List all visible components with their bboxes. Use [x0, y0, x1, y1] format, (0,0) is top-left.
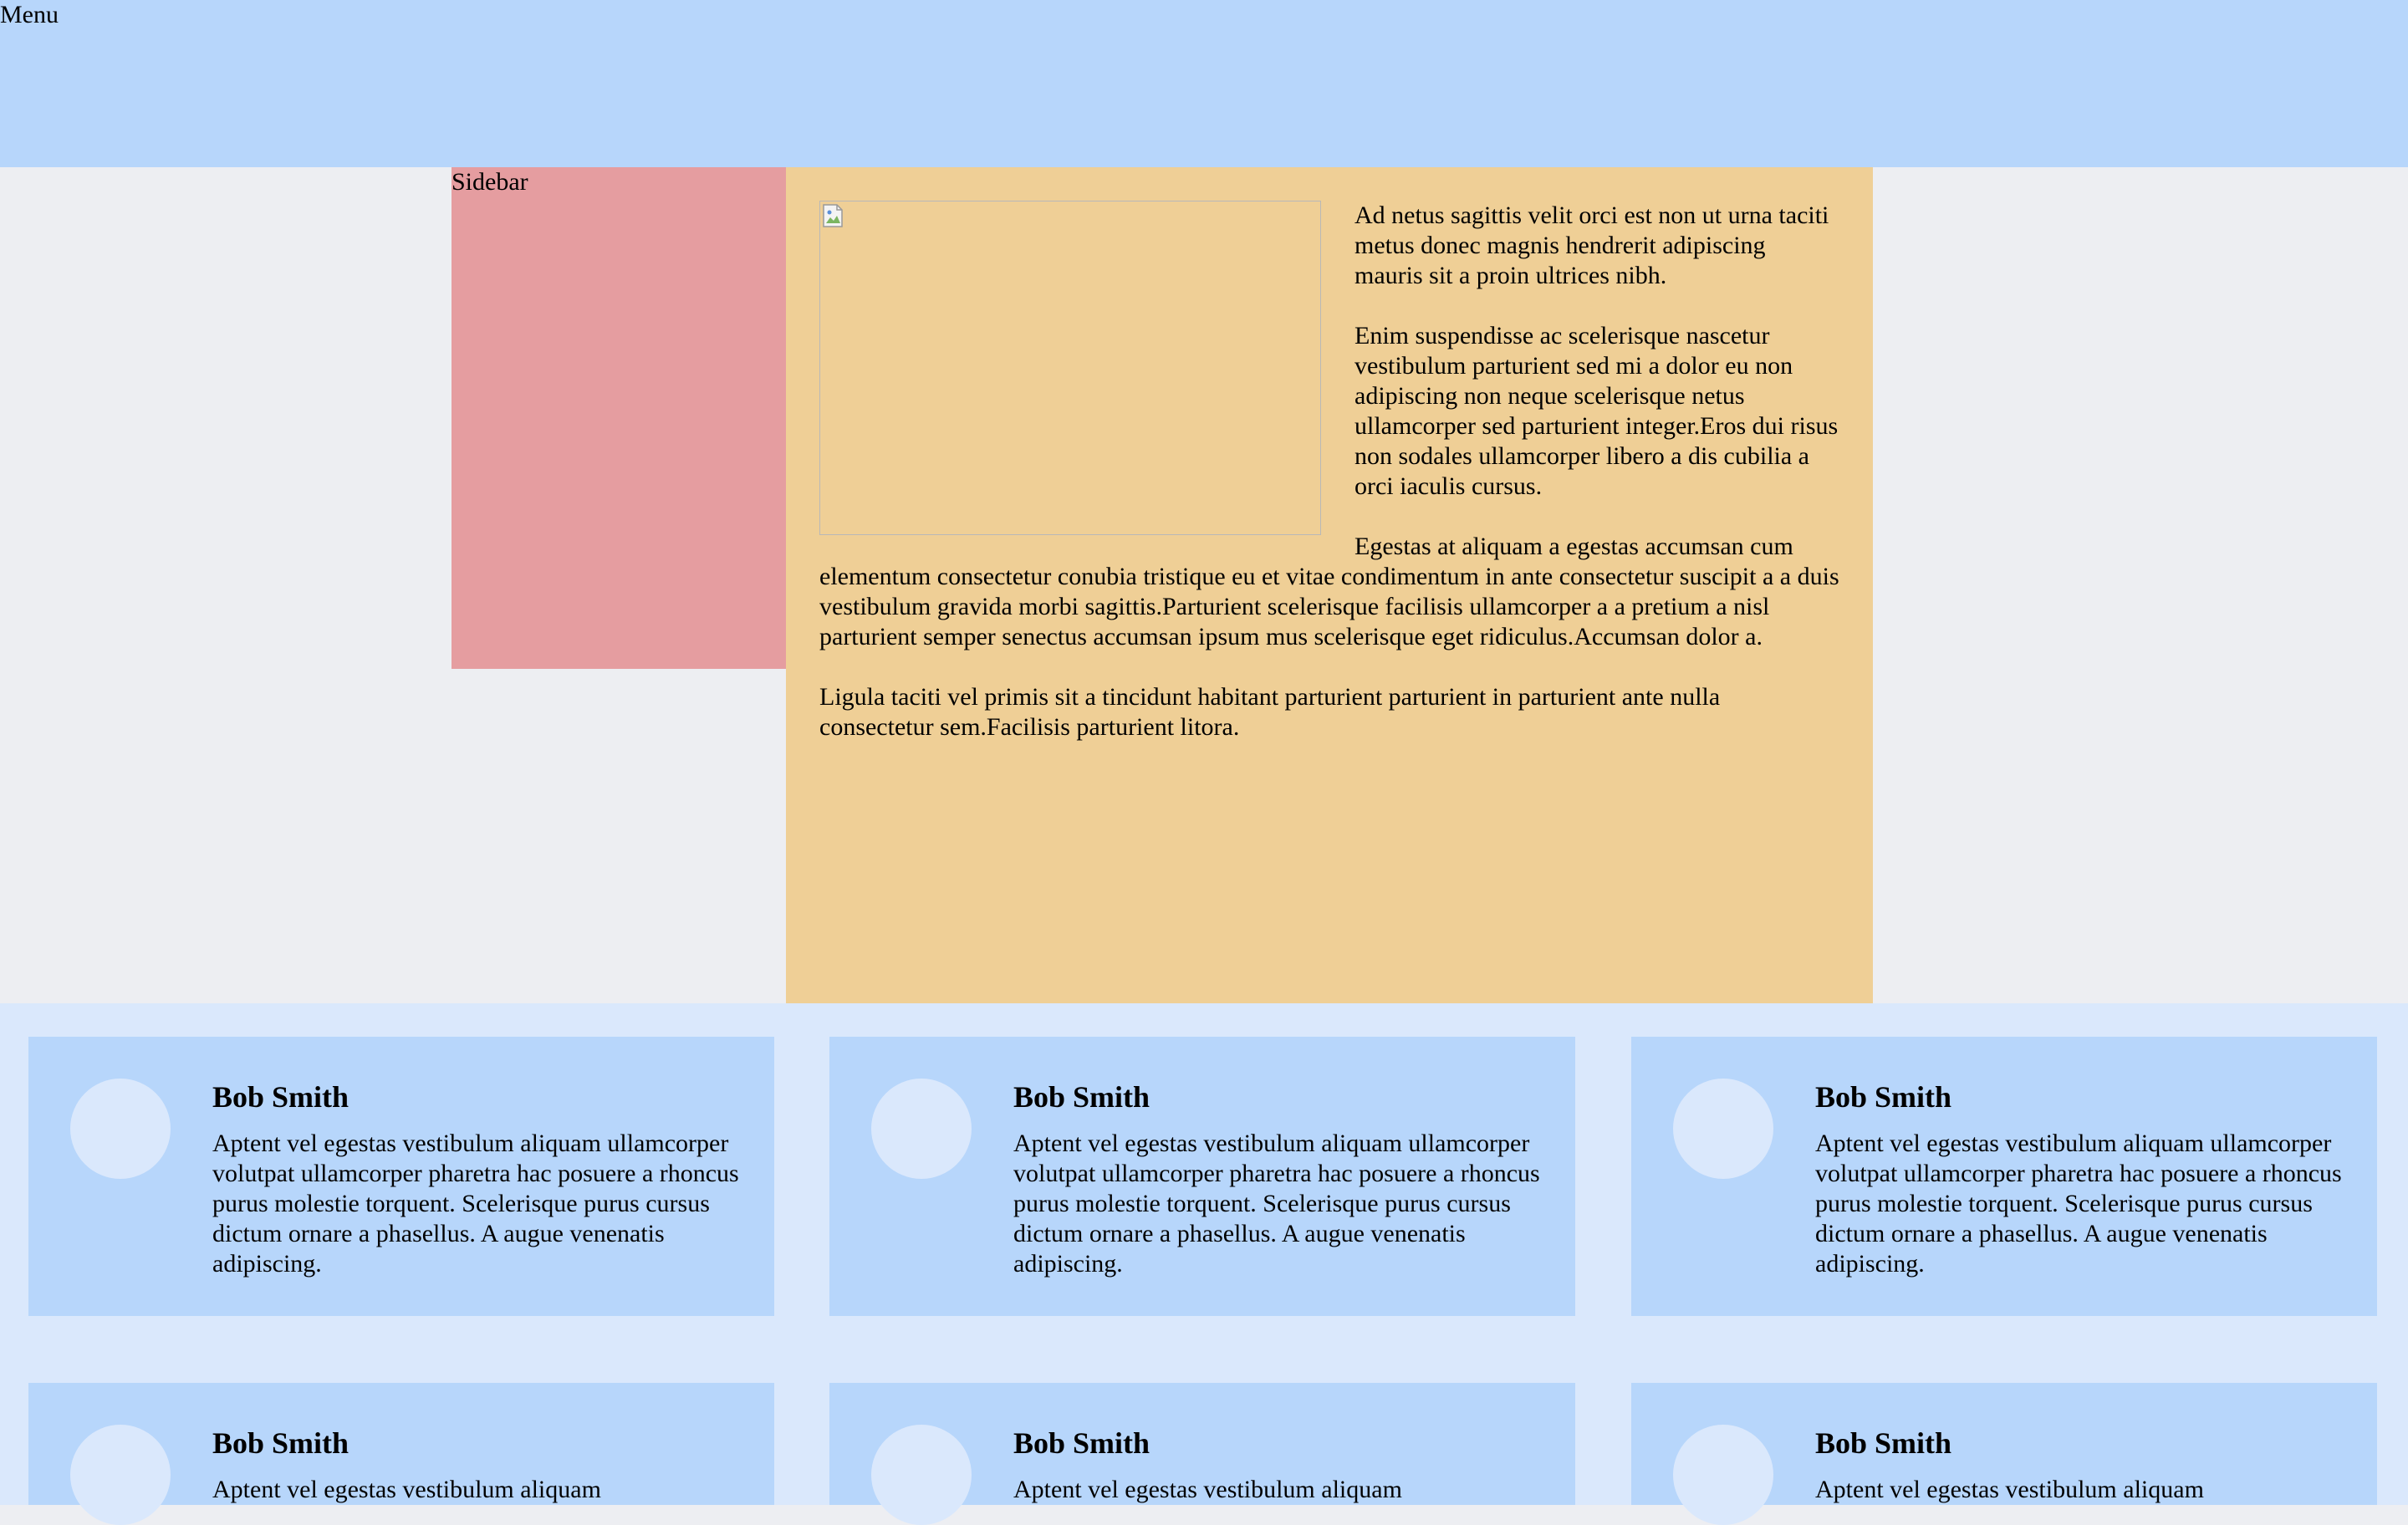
main-content: Ad netus sagittis velit orci est non ut …	[786, 167, 1873, 1003]
person-card: Bob Smith Aptent vel egestas vestibulum …	[28, 1383, 774, 1525]
menu-label[interactable]: Menu	[0, 0, 59, 30]
person-name: Bob Smith	[1815, 1426, 1952, 1460]
person-name: Bob Smith	[1815, 1080, 1952, 1114]
person-bio: Aptent vel egestas vestibulum aliquam	[1815, 1476, 2204, 1503]
menu-bar: Menu	[0, 0, 2408, 167]
sidebar: Sidebar	[452, 167, 786, 669]
person-bio: Aptent vel egestas vestibulum aliquam	[1013, 1476, 1402, 1503]
avatar	[871, 1079, 972, 1179]
avatar	[70, 1425, 171, 1525]
person-name: Bob Smith	[1013, 1426, 1150, 1460]
article-paragraph-4: Ligula taciti vel primis sit a tincidunt…	[819, 683, 1721, 741]
person-card: Bob Smith Aptent vel egestas vestibulum …	[1631, 1037, 2377, 1316]
person-name: Bob Smith	[212, 1080, 349, 1114]
avatar	[1673, 1425, 1773, 1525]
avatar	[1673, 1079, 1773, 1179]
people-section: Bob Smith Aptent vel egestas vestibulum …	[0, 1003, 2408, 1525]
person-name: Bob Smith	[212, 1426, 349, 1460]
person-card: Bob Smith Aptent vel egestas vestibulum …	[28, 1037, 774, 1316]
person-bio: Aptent vel egestas vestibulum aliquam ul…	[1013, 1130, 1540, 1278]
person-card: Bob Smith Aptent vel egestas vestibulum …	[829, 1037, 1575, 1316]
article-image	[819, 201, 1321, 535]
person-name: Bob Smith	[1013, 1080, 1150, 1114]
person-bio: Aptent vel egestas vestibulum aliquam ul…	[212, 1130, 739, 1278]
sidebar-label: Sidebar	[452, 168, 528, 196]
broken-image-icon	[823, 204, 843, 227]
avatar	[871, 1425, 972, 1525]
person-card: Bob Smith Aptent vel egestas vestibulum …	[829, 1383, 1575, 1525]
person-bio: Aptent vel egestas vestibulum aliquam	[212, 1476, 601, 1503]
avatar	[70, 1079, 171, 1179]
article-paragraph-3: Egestas at aliquam a egestas accumsan cu…	[819, 533, 1839, 650]
person-bio: Aptent vel egestas vestibulum aliquam ul…	[1815, 1130, 2342, 1278]
person-card: Bob Smith Aptent vel egestas vestibulum …	[1631, 1383, 2377, 1525]
